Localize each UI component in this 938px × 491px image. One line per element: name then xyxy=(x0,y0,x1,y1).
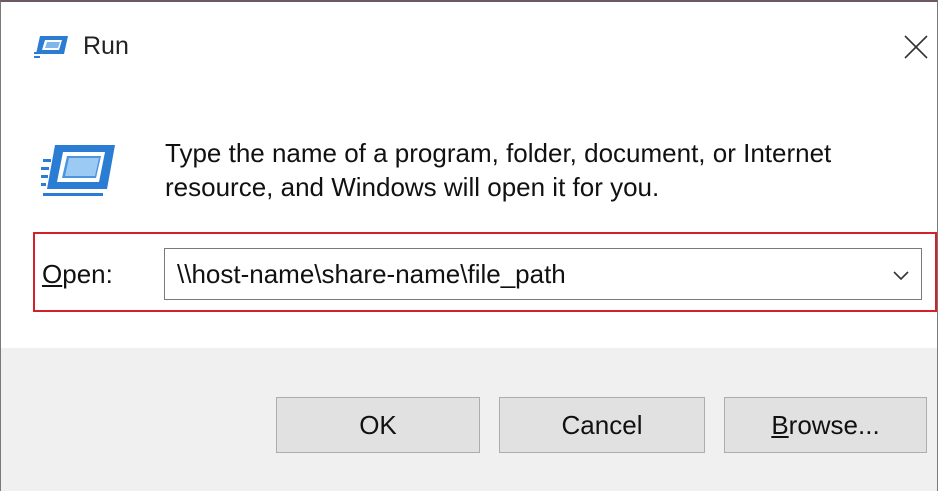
run-dialog-window: Run Type the name of a program, folder, … xyxy=(0,0,938,491)
title-bar[interactable]: Run xyxy=(1,2,937,90)
dialog-description: Type the name of a program, folder, docu… xyxy=(165,136,925,204)
description-line-2: resource, and Windows will open it for y… xyxy=(165,172,660,202)
chevron-down-icon[interactable] xyxy=(889,263,913,287)
open-label-text: pen: xyxy=(62,259,113,289)
run-program-icon xyxy=(41,145,115,196)
window-title: Run xyxy=(83,32,129,60)
browse-label-text: rowse... xyxy=(788,410,880,440)
open-combobox[interactable] xyxy=(164,248,922,300)
cancel-button[interactable]: Cancel xyxy=(499,397,705,453)
ok-button[interactable]: OK xyxy=(276,397,480,453)
browse-button[interactable]: Browse... xyxy=(724,397,927,453)
close-icon[interactable] xyxy=(899,30,933,64)
browse-accelerator: B xyxy=(771,410,789,440)
open-label-accelerator: O xyxy=(42,259,63,289)
description-line-1: Type the name of a program, folder, docu… xyxy=(165,138,832,168)
open-label: Open: xyxy=(42,259,113,289)
run-app-icon xyxy=(34,36,68,58)
open-input[interactable] xyxy=(177,258,867,290)
